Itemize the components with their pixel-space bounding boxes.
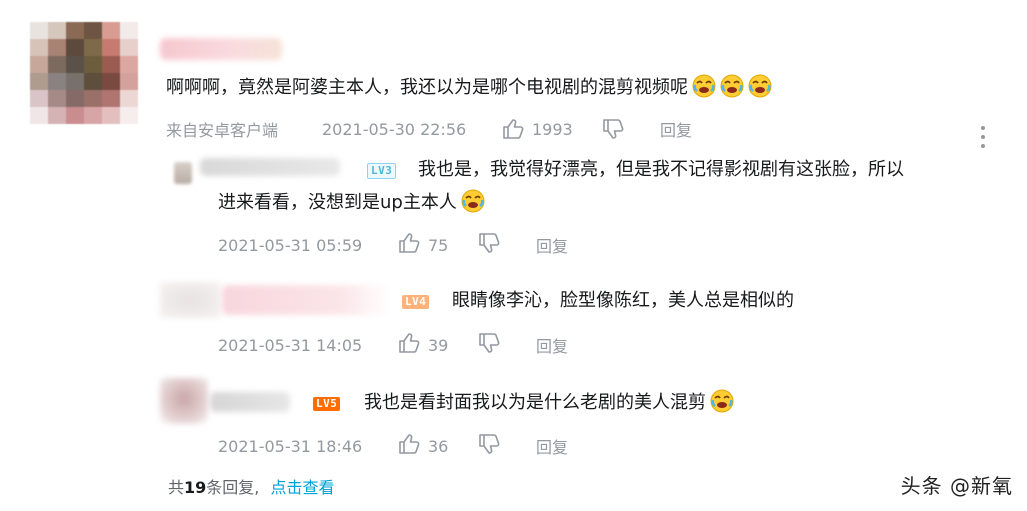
reply-username[interactable] [200,158,340,176]
client-source: 来自安卓客户端 [166,121,279,140]
thumbs-up-icon [398,233,420,257]
reply-meta: 2021-05-31 05:59 75 回复 [218,233,568,257]
crying-laugh-emoji-icon [748,74,772,98]
dislike-button[interactable] [478,333,536,357]
crying-laugh-emoji-icon [692,74,716,98]
reply-username[interactable] [210,392,290,412]
like-button[interactable]: 36 [398,434,478,458]
reply-text: 我也是看封面我以为是什么老剧的美人混剪 [364,389,734,416]
timestamp: 2021-05-31 05:59 [218,235,363,255]
thumbs-down-icon [478,233,500,257]
username[interactable] [160,38,282,60]
thumbs-up-icon [398,434,420,458]
thumbs-down-icon [602,119,624,139]
level-badge: LV3 [367,163,397,179]
avatar[interactable] [30,22,138,124]
dislike-button[interactable] [602,119,660,139]
like-button[interactable]: 39 [398,333,478,357]
thumbs-up-icon [502,119,524,139]
timestamp: 2021-05-30 22:56 [322,119,467,139]
reply-count: 19 [184,478,207,497]
reply-avatar[interactable] [174,162,192,184]
crying-laugh-emoji-icon [461,189,485,213]
reply-button[interactable]: 回复 [536,434,568,458]
view-replies-link[interactable]: 点击查看 [270,478,334,497]
timestamp: 2021-05-31 14:05 [218,335,363,355]
level-badge: LV5 [313,397,341,411]
level-badge: LV4 [402,295,430,309]
reply-text: 我也是，我觉得好漂亮，但是我不记得影视剧有这张脸，所以 [418,159,904,180]
reply-avatar[interactable] [160,378,208,424]
like-count: 36 [428,436,449,456]
reply-button[interactable]: 回复 [536,333,568,357]
reply-text-cont: 进来看看，没想到是up主本人 [218,189,485,216]
like-count: 75 [428,235,449,255]
comment-text: 啊啊啊，竟然是阿婆主本人，我还以为是哪个电视剧的混剪视频呢 [166,74,772,101]
reply-meta: 2021-05-31 14:05 39 回复 [218,333,568,357]
thumbs-down-icon [478,434,500,458]
reply-button[interactable]: 回复 [660,117,692,141]
like-count: 1993 [532,119,573,139]
like-button[interactable]: 1993 [502,119,602,139]
crying-laugh-emoji-icon [710,389,734,413]
thumbs-up-icon [398,333,420,357]
dislike-button[interactable] [478,434,536,458]
more-options-icon[interactable] [978,126,988,148]
crying-laugh-emoji-icon [720,74,744,98]
reply-avatar[interactable] [160,282,220,318]
reply-button[interactable]: 回复 [536,233,568,257]
reply-username[interactable] [222,285,390,315]
dislike-button[interactable] [478,233,536,257]
reply-text: 眼睛像李沁，脸型像陈红，美人总是相似的 [452,290,794,311]
reply-meta: 2021-05-31 18:46 36 回复 [218,434,568,458]
like-button[interactable]: 75 [398,233,478,257]
timestamp: 2021-05-31 18:46 [218,436,363,456]
reply-summary: 共19条回复, 点击查看 [168,478,335,497]
comment-meta: 来自安卓客户端 2021-05-30 22:56 1993 回复 [166,117,692,141]
watermark: 头条 @新氧 [900,474,1013,498]
thumbs-down-icon [478,333,500,357]
like-count: 39 [428,335,449,355]
